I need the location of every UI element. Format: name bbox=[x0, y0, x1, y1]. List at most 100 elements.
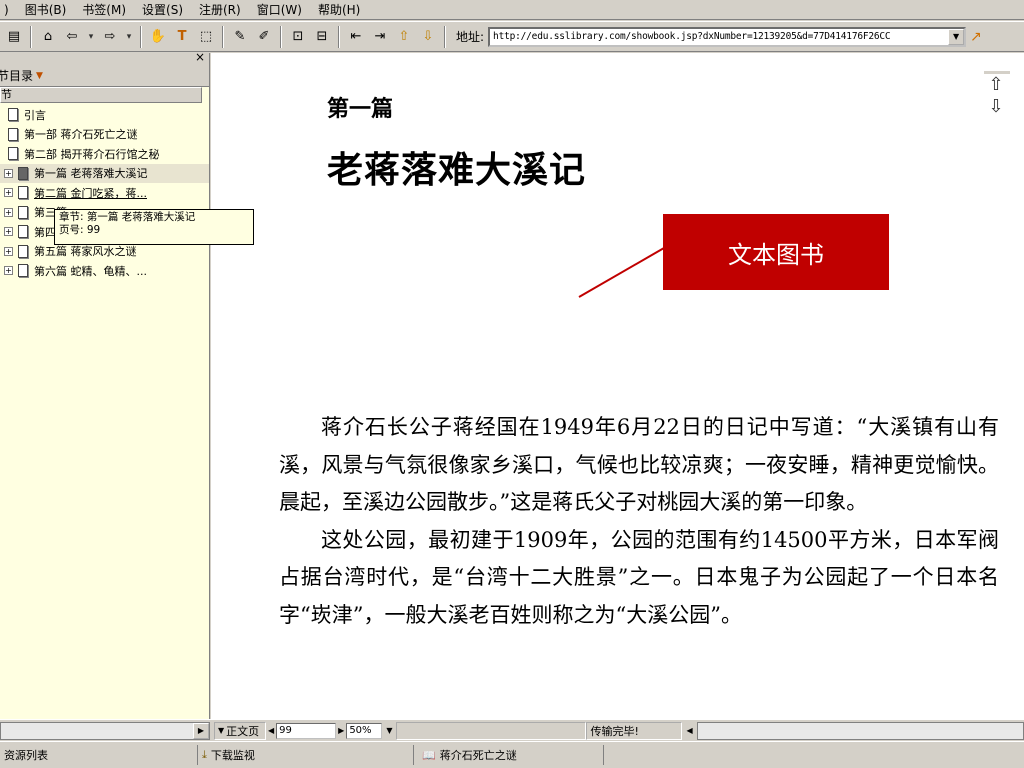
status-spacer bbox=[396, 721, 587, 740]
tooltip-chapter: 章节: 第一篇 老蒋落难大溪记 bbox=[59, 211, 196, 223]
paragraph: 蒋介石长公子蒋经国在1949年6月22日的日记中写道：“大溪镇有山有溪，风景与气… bbox=[279, 415, 999, 514]
page-horizontal-scrollbar[interactable] bbox=[696, 721, 1024, 740]
marker-icon[interactable]: ✐ bbox=[254, 27, 274, 47]
toc-item-selected[interactable]: + 第一篇 老蒋落难大溪记 bbox=[0, 163, 209, 183]
task-label: 资源列表 bbox=[4, 749, 48, 762]
address-text[interactable]: http://edu.sslibrary.com/showbook.jsp?dx… bbox=[490, 31, 948, 42]
toc-horizontal-scrollbar[interactable]: ▶ bbox=[0, 721, 210, 740]
menu-item-window-edge[interactable]: ) bbox=[4, 0, 17, 20]
book-icon bbox=[18, 205, 28, 219]
task-book-window[interactable]: 📖 蒋介石死亡之谜 bbox=[414, 745, 604, 765]
toc-item-label: 第二篇 金门吃紧，蒋... bbox=[34, 186, 147, 200]
menu-item-book[interactable]: 图书(B) bbox=[17, 0, 75, 20]
zoom-dropdown-icon[interactable]: ▼ bbox=[386, 726, 392, 735]
page-body-text: 蒋介石长公子蒋经国在1949年6月22日的日记中写道：“大溪镇有山有溪，风景与气… bbox=[279, 409, 999, 634]
menu-item-settings[interactable]: 设置(S) bbox=[134, 0, 191, 20]
toolbar-separator bbox=[338, 25, 340, 48]
paragraph: 这处公园，最初建于1909年，公园的范围有约14500平方米，日本军阀占据台湾时… bbox=[279, 527, 999, 627]
scroll-right-icon[interactable]: ▶ bbox=[193, 722, 209, 739]
transfer-status: 传输完毕! bbox=[586, 721, 683, 740]
toc-title[interactable]: 节目录 bbox=[0, 67, 33, 84]
menu-item-bookmark[interactable]: 书签(M) bbox=[74, 0, 134, 20]
page-down-arrow-icon[interactable]: ⇩ bbox=[984, 96, 1008, 118]
hand-tool-icon[interactable]: ✋ bbox=[148, 27, 168, 47]
book-icon bbox=[18, 244, 28, 258]
last-page-icon[interactable]: ⇥ bbox=[370, 27, 390, 47]
prev-page-icon[interactable]: ◀ bbox=[268, 726, 274, 735]
fit-width-icon[interactable]: ⊟ bbox=[312, 27, 332, 47]
part-label: 第一篇 bbox=[327, 96, 394, 122]
view-mode-label: 正文页 bbox=[226, 724, 260, 738]
toolbar-separator bbox=[280, 25, 282, 48]
expand-icon[interactable]: + bbox=[4, 246, 13, 256]
book-icon bbox=[18, 186, 28, 200]
download-icon: ⤓ bbox=[202, 748, 207, 761]
text-select-icon[interactable]: T bbox=[172, 27, 192, 47]
toc-item[interactable]: + 第六篇 蛇精、龟精、... bbox=[0, 261, 209, 281]
book-icon bbox=[18, 264, 28, 278]
toc-item[interactable]: 引言 bbox=[0, 105, 209, 125]
toc-tree: 引言 第一部 蒋介石死亡之谜 第二部 揭开蒋介石行馆之秘 + 第一篇 老蒋落难大… bbox=[0, 103, 209, 281]
forward-icon[interactable]: ⇨ bbox=[100, 27, 120, 47]
toc-panel: × 节目录 ▼ 节 引言 第一部 蒋介石死亡之谜 第二部 揭开蒋介石行馆之秘 +… bbox=[0, 50, 210, 719]
forward-dropdown-icon[interactable]: ▾ bbox=[124, 27, 134, 47]
toc-column-header[interactable]: 节 bbox=[0, 87, 202, 103]
toc-tooltip: 章节: 第一篇 老蒋落难大溪记 页号: 99 bbox=[54, 209, 254, 245]
task-download-monitor[interactable]: ⤓ 下载监视 bbox=[198, 745, 414, 765]
chevron-down-icon[interactable]: ▼ bbox=[36, 71, 43, 81]
tooltip-page: 页号: 99 bbox=[59, 224, 101, 236]
view-mode-select[interactable]: ▼ 正文页 bbox=[214, 721, 266, 740]
first-page-icon[interactable]: ⇤ bbox=[346, 27, 366, 47]
zoom-input[interactable]: 50% bbox=[346, 722, 383, 739]
page-up-icon[interactable]: ⇧ bbox=[394, 27, 414, 47]
close-icon[interactable]: × bbox=[195, 50, 205, 64]
toolbar-separator bbox=[444, 25, 446, 48]
fit-page-icon[interactable]: ⊡ bbox=[288, 27, 308, 47]
toc-item-label: 第一部 蒋介石死亡之谜 bbox=[24, 128, 138, 142]
back-icon[interactable]: ⇦ bbox=[62, 27, 82, 47]
book-open-icon: 📖 bbox=[422, 748, 436, 762]
menu-item-help[interactable]: 帮助(H) bbox=[310, 0, 368, 20]
address-input[interactable]: http://edu.sslibrary.com/showbook.jsp?dx… bbox=[488, 26, 967, 47]
next-page-icon[interactable]: ▶ bbox=[338, 726, 344, 735]
book-icon bbox=[8, 127, 18, 141]
back-dropdown-icon[interactable]: ▾ bbox=[86, 27, 96, 47]
menu-bar: ) 图书(B) 书签(M) 设置(S) 注册(R) 窗口(W) 帮助(H) bbox=[0, 0, 1024, 20]
task-label: 下载监视 bbox=[210, 749, 255, 762]
panel-toggle-icon[interactable]: ▤ bbox=[4, 27, 24, 47]
expand-icon[interactable]: + bbox=[4, 188, 13, 198]
page-scroll-buttons: ⇧ ⇩ bbox=[984, 71, 1010, 129]
menu-item-register[interactable]: 注册(R) bbox=[191, 0, 249, 20]
region-select-icon[interactable]: ⬚ bbox=[196, 27, 216, 47]
scroll-left-icon[interactable]: ◀ bbox=[686, 726, 692, 735]
toc-item[interactable]: 第一部 蒋介石死亡之谜 bbox=[0, 125, 209, 145]
menu-item-window[interactable]: 窗口(W) bbox=[249, 0, 310, 20]
expand-icon[interactable]: + bbox=[4, 168, 13, 178]
address-label: 地址: bbox=[456, 30, 485, 44]
toc-item-label: 第五篇 蒋家风水之谜 bbox=[34, 245, 137, 259]
task-label: 蒋介石死亡之谜 bbox=[439, 749, 517, 762]
expand-icon[interactable]: + bbox=[4, 227, 13, 237]
expand-icon[interactable]: + bbox=[4, 207, 13, 217]
text-book-stamp: 文本图书 bbox=[663, 214, 889, 290]
address-dropdown-icon[interactable]: ▼ bbox=[948, 28, 965, 45]
ruler-icon[interactable]: ✎ bbox=[230, 27, 250, 47]
home-icon[interactable]: ⌂ bbox=[38, 27, 58, 47]
go-icon[interactable]: ↗ bbox=[970, 29, 982, 45]
book-page-view[interactable]: 第一篇 老蒋落难大溪记 文本图书 蒋介石长公子蒋经国在1949年6月22日的日记… bbox=[211, 53, 1024, 719]
toc-item-label: 引言 bbox=[24, 108, 46, 122]
page-number-input[interactable]: 99 bbox=[276, 722, 337, 739]
page-up-arrow-icon[interactable]: ⇧ bbox=[984, 74, 1008, 96]
task-resource-list[interactable]: 资源列表 bbox=[0, 745, 198, 765]
expand-icon[interactable]: + bbox=[4, 266, 13, 276]
toc-item[interactable]: 第二部 揭开蒋介石行馆之秘 bbox=[0, 144, 209, 164]
book-icon bbox=[18, 225, 28, 239]
toolbar-separator bbox=[140, 25, 142, 48]
toc-item-label: 第六篇 蛇精、龟精、... bbox=[34, 264, 147, 278]
toc-title-bar[interactable]: 节目录 ▼ bbox=[0, 65, 209, 87]
toc-item-label: 第一篇 老蒋落难大溪记 bbox=[34, 167, 148, 181]
toc-item[interactable]: + 第二篇 金门吃紧，蒋... bbox=[0, 183, 209, 203]
page-down-icon[interactable]: ⇩ bbox=[418, 27, 438, 47]
chapter-title: 老蒋落难大溪记 bbox=[327, 149, 587, 191]
toolbar: ▤ ⌂ ⇦ ▾ ⇨ ▾ ✋ T ⬚ ✎ ✐ ⊡ ⊟ ⇤ ⇥ ⇧ ⇩ 地址: ht… bbox=[0, 21, 1024, 52]
